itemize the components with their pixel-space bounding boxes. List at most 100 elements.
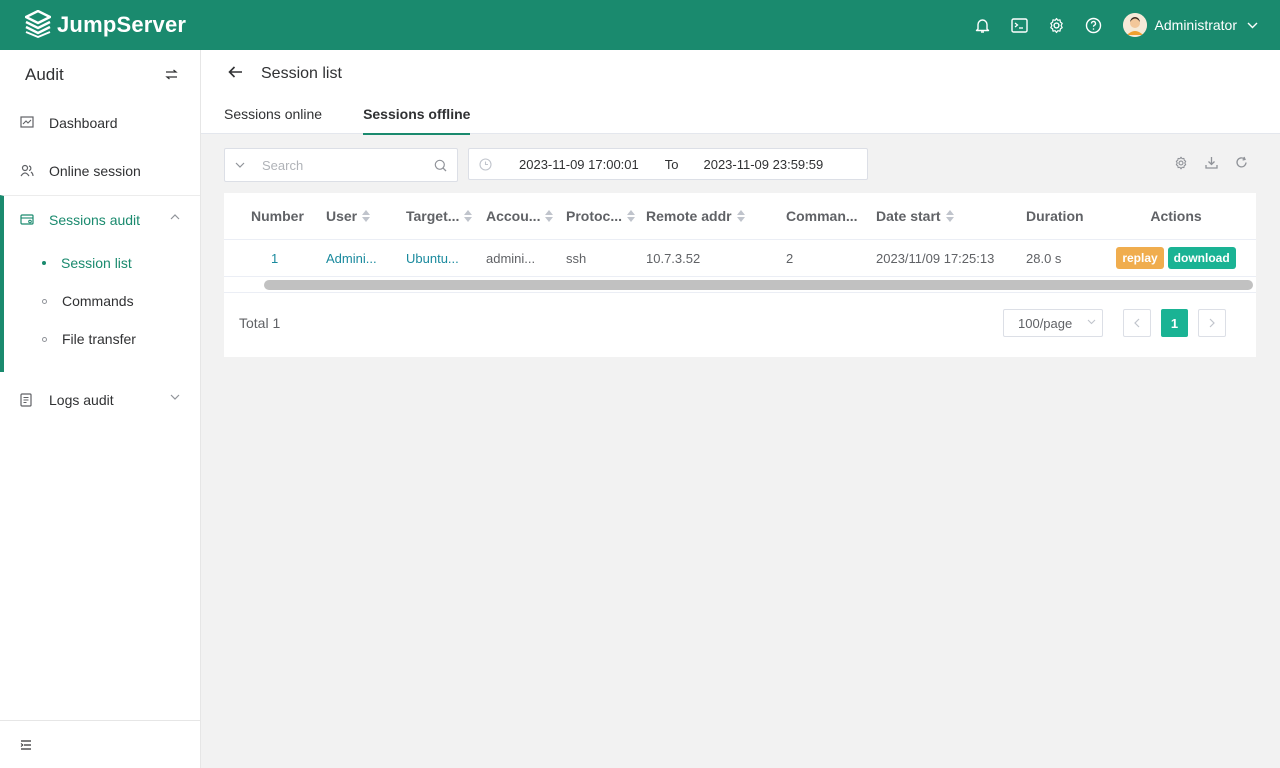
date-range-separator: To — [664, 156, 679, 172]
user-name: Administrator — [1154, 17, 1237, 33]
session-audit-icon — [20, 213, 34, 227]
date-range-picker[interactable]: 2023-11-09 17:00:01 To 2023-11-09 23:59:… — [468, 148, 868, 180]
top-bar: JumpServer Administrator — [0, 0, 1280, 50]
sort-icon[interactable] — [464, 210, 473, 222]
cell-target[interactable]: Ubuntu... — [406, 251, 486, 266]
cell-account: admini... — [486, 250, 536, 266]
export-download-icon[interactable] — [1196, 156, 1226, 170]
column-header-account[interactable]: Accou... — [486, 208, 566, 224]
sort-icon[interactable] — [736, 210, 745, 222]
terminal-icon[interactable] — [1001, 0, 1038, 50]
sessions-audit-group: Sessions audit Session list Commands Fil… — [0, 195, 200, 372]
cell-commands: 2 — [786, 250, 794, 266]
pagination: 100/page 1 — [1003, 309, 1226, 337]
total-count: Total 1 — [239, 315, 281, 331]
sidebar-subitem-session-list[interactable]: Session list — [4, 244, 200, 282]
sidebar-item-dashboard[interactable]: Dashboard — [0, 99, 200, 147]
sidebar-subitem-file-transfer[interactable]: File transfer — [4, 320, 200, 358]
sidebar-subitem-label: Session list — [61, 255, 132, 271]
chevron-down-icon — [1087, 319, 1096, 325]
download-button[interactable]: download — [1167, 247, 1236, 269]
users-icon — [20, 164, 34, 178]
refresh-icon[interactable] — [1226, 156, 1256, 170]
sidebar-item-sessions-audit[interactable]: Sessions audit — [4, 196, 200, 244]
sidebar-subitem-commands[interactable]: Commands — [4, 282, 200, 320]
sort-icon[interactable] — [945, 210, 954, 222]
column-header-actions: Actions — [1150, 208, 1202, 224]
column-header-user[interactable]: User — [326, 208, 406, 224]
chart-icon — [20, 116, 34, 130]
help-icon[interactable] — [1075, 0, 1112, 50]
avatar — [1122, 13, 1147, 37]
sidebar-title: Audit — [25, 64, 64, 84]
prev-page-button[interactable] — [1123, 309, 1151, 337]
cell-remote-addr: 10.7.3.52 — [646, 250, 701, 266]
table-header: Number User Target... Accou... Protoc...… — [224, 193, 1256, 240]
switch-view-icon[interactable] — [165, 69, 178, 80]
sort-icon[interactable] — [545, 210, 554, 222]
chevron-up-icon — [170, 214, 180, 220]
sessions-table: Number User Target... Accou... Protoc...… — [224, 193, 1256, 277]
column-header-protocol[interactable]: Protoc... — [566, 208, 646, 224]
cell-protocol: ssh — [566, 250, 587, 266]
sidebar-item-online-session[interactable]: Online session — [0, 147, 200, 195]
cell-actions: replay download — [1116, 247, 1236, 269]
column-header-date-start[interactable]: Date start — [876, 208, 1026, 224]
search-input[interactable] — [262, 157, 427, 173]
sort-icon[interactable] — [362, 210, 371, 222]
sidebar: Audit Dashboard Online session Sessions … — [0, 50, 201, 768]
column-header-remote-addr[interactable]: Remote addr — [646, 208, 786, 224]
chevron-down-icon[interactable] — [225, 162, 255, 168]
page-header: Session list Sessions online Sessions of… — [201, 50, 1280, 135]
horizontal-scrollbar[interactable] — [264, 280, 1253, 290]
collapse-menu-icon — [20, 737, 32, 753]
column-header-duration: Duration — [1026, 208, 1084, 224]
next-page-button[interactable] — [1198, 309, 1226, 337]
search-box[interactable] — [224, 148, 458, 182]
column-header-number: Number — [251, 208, 304, 224]
back-arrow-icon[interactable] — [228, 66, 243, 78]
sidebar-item-label: Sessions audit — [49, 212, 141, 228]
page-size-select[interactable]: 100/page — [1003, 309, 1103, 337]
page-title: Session list — [261, 65, 342, 82]
sidebar-item-logs-audit[interactable]: Logs audit — [0, 376, 200, 424]
replay-button[interactable]: replay — [1116, 247, 1164, 269]
collapse-sidebar-button[interactable] — [0, 720, 200, 768]
tab-bar: Sessions online Sessions offline — [224, 106, 511, 135]
logs-icon — [20, 393, 34, 407]
bell-icon[interactable] — [964, 0, 1001, 50]
date-end-value[interactable]: 2023-11-09 23:59:59 — [703, 157, 823, 172]
main-content: Session list Sessions online Sessions of… — [201, 50, 1280, 768]
clock-icon — [479, 157, 492, 171]
date-start-value[interactable]: 2023-11-09 17:00:01 — [519, 157, 639, 172]
sidebar-item-label: Logs audit — [49, 392, 114, 408]
filter-toolbar: 2023-11-09 17:00:01 To 2023-11-09 23:59:… — [224, 148, 1256, 182]
sessions-table-card: Number User Target... Accou... Protoc...… — [224, 193, 1256, 357]
tab-sessions-offline[interactable]: Sessions offline — [363, 106, 471, 135]
column-header-target[interactable]: Target... — [406, 208, 486, 224]
cell-date-start: 2023/11/09 17:25:13 — [876, 250, 995, 266]
sidebar-subitem-label: File transfer — [62, 331, 136, 347]
sidebar-item-label: Dashboard — [49, 115, 118, 131]
cell-number: 1 — [271, 250, 279, 266]
bullet-icon — [42, 261, 46, 265]
search-icon[interactable] — [434, 159, 447, 172]
settings-icon[interactable] — [1166, 156, 1196, 170]
bullet-icon — [42, 336, 47, 342]
user-menu[interactable]: Administrator — [1122, 13, 1258, 37]
jumpserver-logo-icon — [24, 9, 52, 41]
tab-sessions-online[interactable]: Sessions online — [224, 106, 322, 134]
chevron-down-icon — [1247, 22, 1258, 29]
brand-name: JumpServer — [57, 12, 187, 37]
bullet-icon — [42, 298, 47, 304]
sidebar-subitem-label: Commands — [62, 293, 134, 309]
cell-user[interactable]: Admini... — [326, 251, 406, 266]
gear-icon[interactable] — [1038, 0, 1075, 50]
sort-icon[interactable] — [627, 210, 636, 222]
table-row: 1 Admini... Ubuntu... admini... ssh 10.7… — [224, 240, 1256, 277]
column-header-commands: Comman... — [786, 208, 858, 224]
brand-logo[interactable]: JumpServer — [24, 9, 187, 41]
page-number-current[interactable]: 1 — [1161, 309, 1188, 337]
sidebar-item-label: Online session — [49, 163, 141, 179]
page-size-value: 100/page — [1018, 315, 1073, 331]
